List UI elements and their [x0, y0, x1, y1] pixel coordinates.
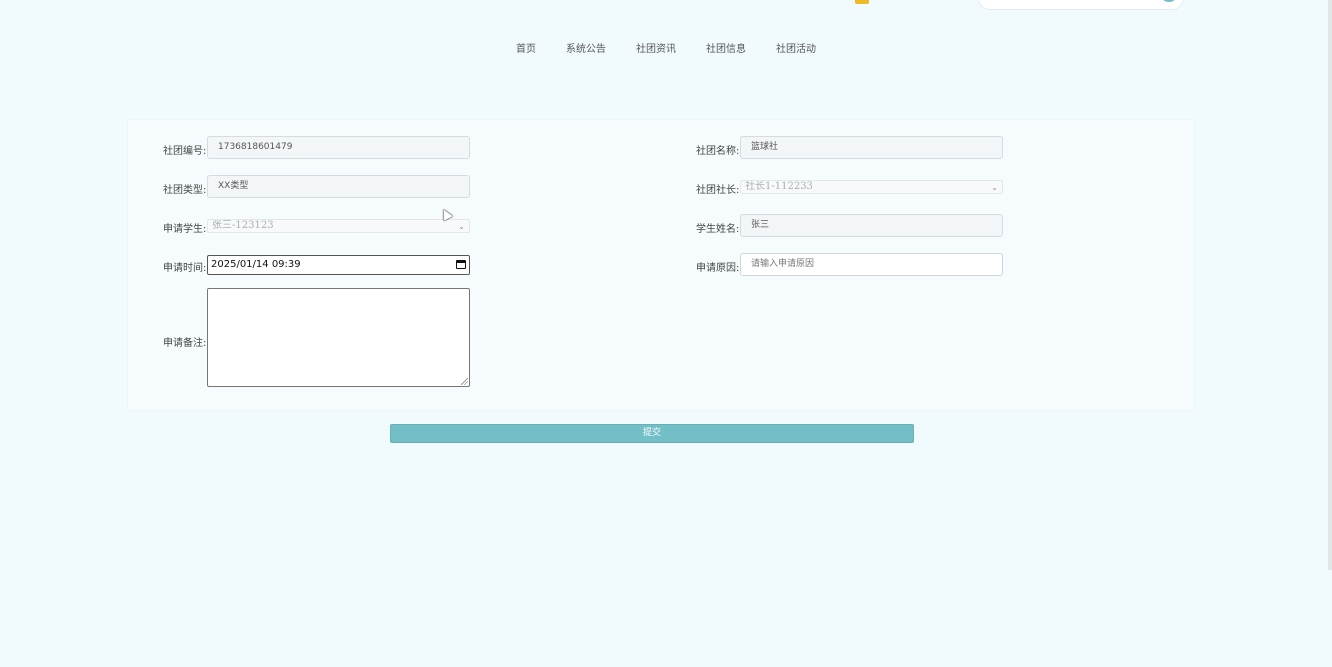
club-name-field[interactable]: 篮球社: [740, 136, 1003, 159]
student-name-label: 学生姓名:: [696, 224, 740, 235]
top-header-strip: [0, 0, 1332, 12]
club-leader-label: 社团社长:: [696, 185, 740, 196]
calendar-icon[interactable]: [456, 260, 466, 269]
apply-reason-input[interactable]: 请输入申请原因: [740, 253, 1003, 276]
nav-item-home[interactable]: 首页: [516, 38, 536, 60]
apply-note-textarea[interactable]: [207, 288, 470, 387]
student-name-field[interactable]: 张三: [740, 214, 1003, 237]
page-scrollbar[interactable]: [1328, 0, 1332, 570]
applicant-label: 申请学生:: [163, 224, 207, 235]
main-nav: 首页 系统公告 社团资讯 社团信息 社团活动: [0, 38, 1332, 60]
club-leader-select[interactable]: 社长1-112233 ⌄: [740, 180, 1003, 194]
club-type-field[interactable]: XX类型: [207, 175, 470, 198]
resize-grip-icon[interactable]: [461, 378, 468, 385]
club-type-label: 社团类型:: [163, 185, 207, 196]
user-badge-icon[interactable]: [855, 0, 869, 4]
nav-item-club-info[interactable]: 社团信息: [706, 38, 746, 60]
club-id-label: 社团编号:: [163, 146, 207, 157]
submit-button[interactable]: 提交: [390, 424, 914, 443]
page: 首页 系统公告 社团资讯 社团信息 社团活动 社团编号: 17368186014…: [0, 0, 1332, 667]
nav-item-club-news[interactable]: 社团资讯: [636, 38, 676, 60]
apply-time-input[interactable]: 2025/01/14 09:39: [207, 255, 470, 275]
apply-time-value: 2025/01/14 09:39: [211, 259, 301, 270]
apply-time-label: 申请时间:: [163, 263, 207, 274]
club-leader-value: 社长1-112233: [745, 181, 813, 192]
chevron-down-icon: ⌄: [458, 222, 465, 231]
apply-reason-label: 申请原因:: [696, 263, 740, 274]
chevron-down-icon: ⌄: [991, 183, 998, 192]
header-search-input[interactable]: [978, 0, 1184, 10]
applicant-select[interactable]: 张三-123123 ⌄: [207, 219, 470, 233]
club-id-field[interactable]: 1736818601479: [207, 136, 470, 159]
apply-note-label: 申请备注:: [163, 338, 207, 349]
nav-item-club-activities[interactable]: 社团活动: [776, 38, 816, 60]
applicant-value: 张三-123123: [212, 220, 274, 231]
nav-item-announcements[interactable]: 系统公告: [566, 38, 606, 60]
club-name-label: 社团名称:: [696, 146, 740, 157]
